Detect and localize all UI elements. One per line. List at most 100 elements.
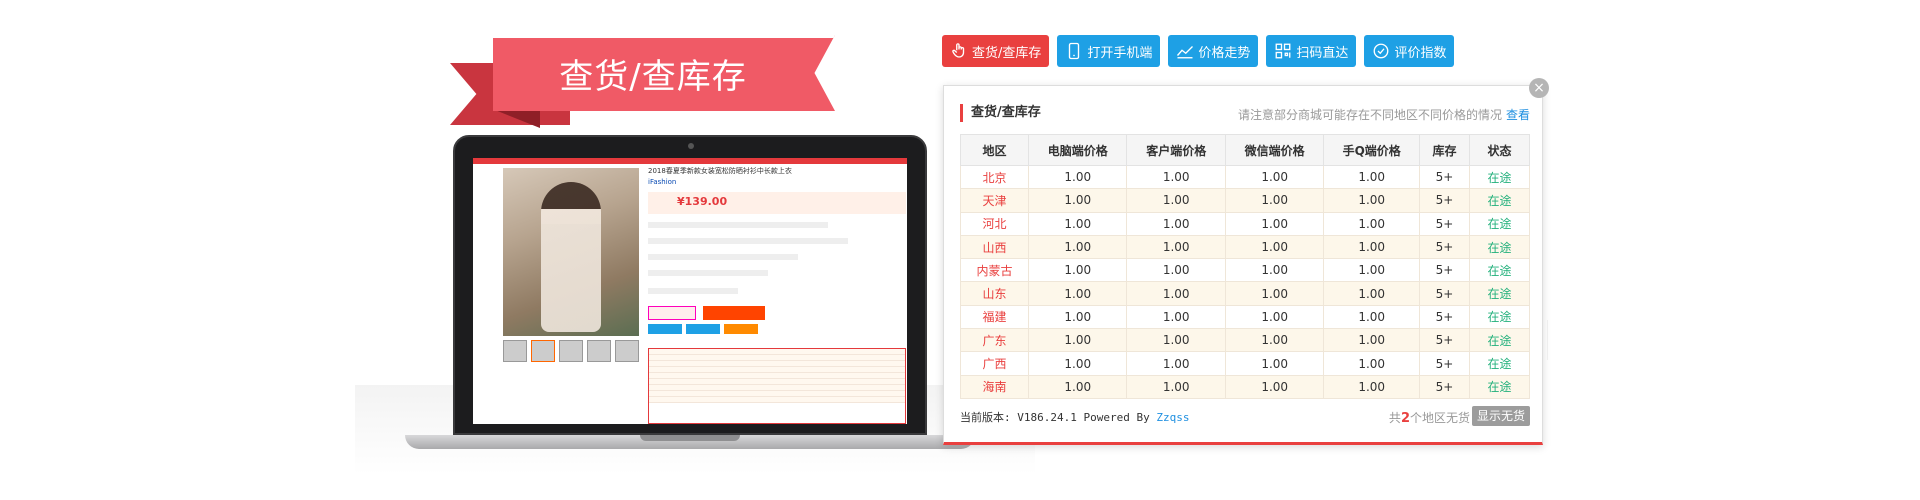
- count-value: 2: [1400, 411, 1410, 426]
- stock-table: 地区 电脑端价格 客户端价格 微信端价格 手Q端价格 库存 状态 北京 1.00 1…: [960, 134, 1530, 399]
- qq-price-cell: 1.00: [1323, 234, 1420, 260]
- count-prefix: 共: [1388, 411, 1401, 425]
- show-no-stock-button[interactable]: 显示无货: [1471, 406, 1530, 426]
- version-text: 当前版本: V186.24.1 Powered By: [960, 411, 1150, 424]
- qq-price-cell: 1.00: [1323, 211, 1420, 236]
- region-cell: 福建: [960, 304, 1029, 330]
- pc-price-cell: 1.00: [1027, 328, 1128, 353]
- check-stock-button[interactable]: 查货/查库存: [942, 35, 1050, 67]
- table-row: 福建 1.00 1.00 1.00 1.00 5+ 在途: [960, 304, 1530, 330]
- table-row: 山东 1.00 1.00 1.00 1.00 5+ 在途: [960, 281, 1530, 306]
- wechat-price-cell: 1.00: [1224, 351, 1325, 376]
- wechat-price-cell: 1.00: [1224, 164, 1325, 190]
- pc-price-cell: 1.00: [1027, 351, 1128, 376]
- product-photo: [503, 168, 639, 336]
- col-stock: 库存: [1419, 134, 1470, 166]
- price-trend-button[interactable]: 价格走势: [1168, 35, 1259, 67]
- wechat-price-cell: 1.00: [1224, 234, 1325, 260]
- client-price-cell: 1.00: [1126, 188, 1226, 213]
- author-link[interactable]: Zzqss: [1156, 411, 1189, 424]
- pc-price-cell: 1.00: [1027, 374, 1128, 399]
- qq-price-cell: 1.00: [1323, 281, 1420, 306]
- pc-price-cell: 1.00: [1027, 234, 1128, 260]
- count-suffix: 个地区无货: [1409, 411, 1470, 425]
- toolbar-label: 价格走势: [1198, 45, 1251, 61]
- pc-price-cell: 1.00: [1027, 211, 1128, 236]
- pc-price-cell: 1.00: [1027, 258, 1128, 283]
- status-cell: 在途: [1469, 304, 1530, 330]
- stock-cell: 5+: [1419, 374, 1470, 399]
- close-icon[interactable]: ×: [1529, 78, 1549, 98]
- product-title: 2018春夏季新款女装宽松防晒衬衫中长款上衣: [648, 167, 792, 175]
- wechat-price-cell: 1.00: [1224, 258, 1325, 283]
- client-price-cell: 1.00: [1126, 351, 1226, 376]
- status-cell: 在途: [1469, 374, 1530, 399]
- col-region: 地区: [960, 134, 1029, 166]
- qq-price-cell: 1.00: [1323, 328, 1420, 353]
- divider: [1547, 320, 1548, 360]
- status-cell: 在途: [1469, 351, 1530, 376]
- notice-view-link[interactable]: 查看: [1506, 108, 1530, 122]
- qq-price-cell: 1.00: [1323, 351, 1420, 376]
- add-cart-mini: [703, 306, 765, 320]
- region-cell: 广西: [960, 351, 1029, 376]
- product-price: ¥139.00: [677, 195, 728, 208]
- trend-chart-icon: [1177, 46, 1194, 59]
- banner-title: 查货/查库存: [559, 56, 747, 97]
- plugin-tag: [686, 324, 720, 334]
- stock-cell: 5+: [1419, 281, 1470, 306]
- region-cell: 内蒙古: [960, 258, 1029, 283]
- product-thumbnails: [503, 340, 639, 362]
- region-cell: 北京: [960, 164, 1029, 190]
- thumbnail: [559, 340, 583, 362]
- hand-pointer-icon: [952, 43, 965, 58]
- laptop-notch: [640, 435, 740, 441]
- product-brand: iFashion: [648, 178, 677, 186]
- wechat-price-cell: 1.00: [1224, 374, 1325, 399]
- toolbar-label: 打开手机端: [1087, 45, 1153, 61]
- stage: 查货/查库存 2018春夏季新款女装宽松防晒衬衫中长款上衣 iFashion ¥…: [0, 0, 1920, 500]
- table-row: 天津 1.00 1.00 1.00 1.00 5+ 在途: [960, 188, 1530, 213]
- table-row: 广西 1.00 1.00 1.00 1.00 5+ 在途: [960, 351, 1530, 376]
- notice-text: 请注意部分商城可能存在不同地区不同价格的情况: [1237, 108, 1502, 122]
- table-row: 北京 1.00 1.00 1.00 1.00 5+ 在途: [960, 164, 1530, 190]
- plugin-toolbar: 查货/查库存 打开手机端 价格走势 扫码直达 评价指数: [942, 35, 1455, 67]
- plugin-tag: [648, 324, 682, 334]
- client-price-cell: 1.00: [1126, 234, 1226, 260]
- thumbnail: [587, 340, 611, 362]
- stock-cell: 5+: [1419, 164, 1470, 190]
- laptop-mockup: 2018春夏季新款女装宽松防晒衬衫中长款上衣 iFashion ¥139.00: [355, 135, 1035, 475]
- region-cell: 广东: [960, 328, 1029, 353]
- no-stock-count: 共2个地区无货: [1389, 409, 1470, 426]
- stock-cell: 5+: [1419, 258, 1470, 283]
- pc-price-cell: 1.00: [1027, 281, 1128, 306]
- region-cell: 河北: [960, 211, 1029, 236]
- status-cell: 在途: [1469, 328, 1530, 353]
- open-mobile-button[interactable]: 打开手机端: [1057, 35, 1161, 67]
- wechat-price-cell: 1.00: [1224, 211, 1325, 236]
- region-cell: 天津: [960, 188, 1029, 213]
- laptop-screen: 2018春夏季新款女装宽松防晒衬衫中长款上衣 iFashion ¥139.00: [473, 158, 907, 424]
- table-row: 海南 1.00 1.00 1.00 1.00 5+ 在途: [960, 374, 1530, 399]
- review-index-button[interactable]: 评价指数: [1364, 35, 1455, 67]
- table-header-row: 地区 电脑端价格 客户端价格 微信端价格 手Q端价格 库存 状态: [960, 134, 1530, 166]
- status-cell: 在途: [1469, 164, 1530, 190]
- stock-cell: 5+: [1419, 211, 1470, 236]
- pc-price-cell: 1.00: [1027, 164, 1128, 190]
- col-pc-price: 电脑端价格: [1027, 134, 1128, 166]
- panel-notice: 请注意部分商城可能存在不同地区不同价格的情况 查看: [1238, 106, 1530, 123]
- scan-qr-button[interactable]: 扫码直达: [1266, 35, 1357, 67]
- mobile-icon: [1069, 42, 1080, 60]
- client-price-cell: 1.00: [1126, 304, 1226, 330]
- panel-header: 查货/查库存 请注意部分商城可能存在不同地区不同价格的情况 查看: [960, 104, 1530, 124]
- wechat-price-cell: 1.00: [1224, 188, 1325, 213]
- thumbnail: [531, 340, 555, 362]
- status-cell: 在途: [1469, 188, 1530, 213]
- ribbon-banner: 查货/查库存: [450, 35, 835, 135]
- status-cell: 在途: [1469, 281, 1530, 306]
- wechat-price-cell: 1.00: [1224, 328, 1325, 353]
- client-price-cell: 1.00: [1126, 374, 1226, 399]
- toolbar-label: 评价指数: [1394, 45, 1447, 61]
- stock-cell: 5+: [1419, 234, 1470, 260]
- qq-price-cell: 1.00: [1323, 374, 1420, 399]
